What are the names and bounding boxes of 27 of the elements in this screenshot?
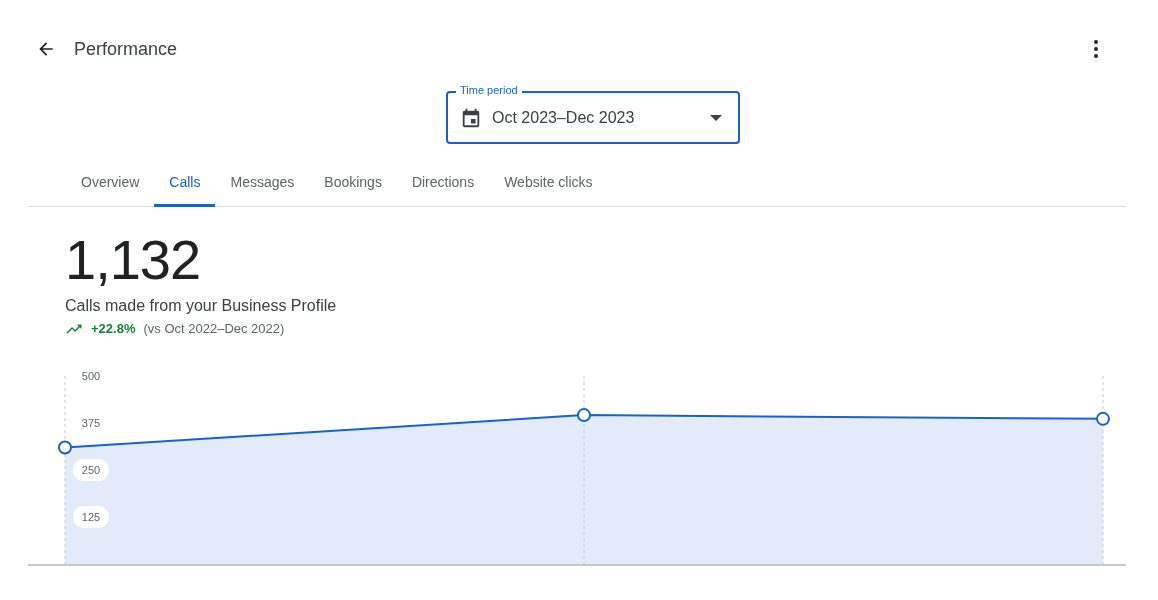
trending-up-icon	[65, 322, 83, 335]
data-point	[1096, 411, 1110, 426]
selected-value: Oct 2023–Dec 2023	[492, 109, 636, 127]
tab[interactable]: Bookings	[309, 162, 397, 207]
metric-caption: Calls made from your Business Profile	[65, 297, 338, 315]
metric-value: 1,132	[65, 229, 202, 291]
caret-icon	[710, 114, 722, 122]
tab[interactable]: Overview	[66, 162, 155, 207]
more-vertical-icon	[1094, 40, 1098, 58]
tab[interactable]: Calls	[154, 162, 216, 207]
y-tick-label: 250	[81, 464, 101, 476]
calendar-icon	[460, 107, 482, 129]
axis-tick-label: 500	[73, 368, 109, 387]
tab[interactable]: Website clicks	[489, 162, 608, 207]
time-period-dropdown[interactable]: Time period Oct 2023–Dec 2023	[446, 82, 740, 144]
field-label: Time period	[456, 83, 522, 97]
data-point	[58, 440, 72, 455]
tab[interactable]: Directions	[396, 162, 490, 207]
page-title: Performance	[74, 38, 178, 60]
tab[interactable]: Messages	[215, 162, 310, 207]
change-percent: +22.8%	[91, 321, 136, 336]
data-point	[577, 408, 591, 423]
y-tick-label: 375	[81, 417, 101, 429]
axis-tick-label: 375	[73, 412, 109, 434]
y-tick-label: 125	[81, 511, 101, 523]
y-tick-label: 500	[81, 370, 101, 382]
comparison-period: (vs Oct 2022–Dec 2022)	[143, 321, 285, 336]
